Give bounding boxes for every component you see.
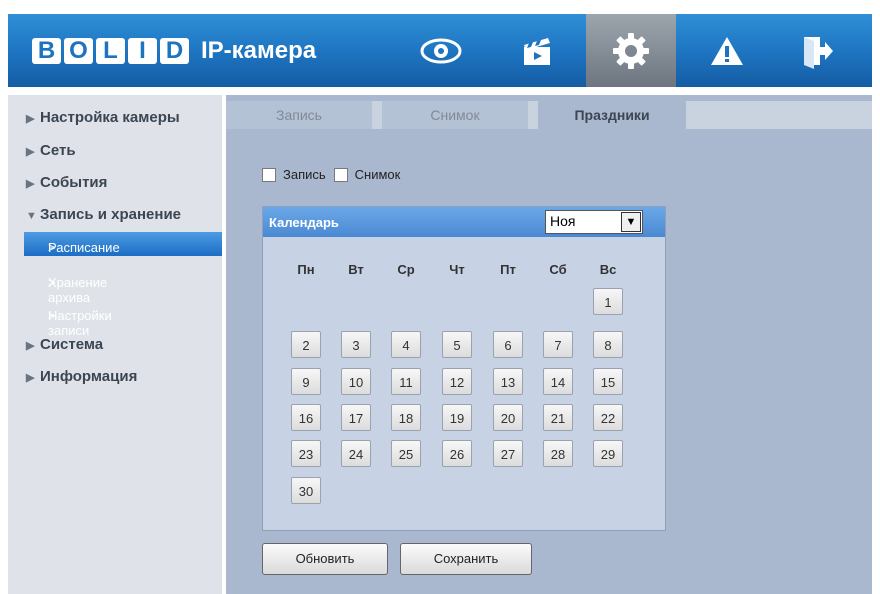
sidebar-item-events[interactable]: ▶ События [26, 174, 107, 191]
sidebar-item-network[interactable]: ▶ Сеть [26, 142, 76, 159]
bolid-logo: B O L I D IP-камера [32, 37, 316, 65]
tab-snapshot[interactable]: Снимок [382, 101, 528, 129]
weekday-label: Пн [297, 262, 315, 277]
refresh-button[interactable]: Обновить [262, 543, 388, 575]
sidebar-subitem-archive-storage[interactable]: > Хранение архива [24, 267, 222, 305]
calendar-day-button[interactable]: 22 [593, 404, 623, 431]
calendar-day-button[interactable]: 13 [493, 368, 523, 395]
sidebar-subitem-record-settings[interactable]: > Настройки записи [24, 300, 222, 338]
calendar-day-button[interactable]: 20 [493, 404, 523, 431]
calendar-day-button[interactable]: 16 [291, 404, 321, 431]
triangle-right-icon: ▶ [26, 113, 35, 125]
tab-holidays[interactable]: Праздники [538, 101, 686, 129]
top-header: B O L I D IP-камера [8, 14, 872, 87]
calendar-day-button[interactable]: 19 [442, 404, 472, 431]
nav-playback[interactable] [492, 14, 582, 87]
calendar-day-button[interactable]: 15 [593, 368, 623, 395]
calendar-day-button[interactable]: 27 [493, 440, 523, 467]
calendar-day-button[interactable]: 6 [493, 331, 523, 358]
main-panel: Запись Снимок Праздники Запись Снимок Ка… [226, 95, 872, 594]
triangle-right-icon: ▶ [26, 372, 35, 384]
clapperboard-icon [524, 37, 550, 65]
calendar: Календарь Ноя ▼ Пн Вт Ср Чт Пт Сб Вс 1 2 3 4 5 6 7 8 9 1… [262, 206, 666, 531]
calendar-day-button[interactable]: 18 [391, 404, 421, 431]
calendar-header: Календарь Ноя ▼ [263, 207, 665, 237]
calendar-day-button[interactable]: 30 [291, 477, 321, 504]
calendar-day-button[interactable]: 21 [543, 404, 573, 431]
weekday-label: Вс [599, 262, 617, 277]
weekday-label: Пт [500, 262, 516, 277]
save-button[interactable]: Сохранить [400, 543, 532, 575]
calendar-day-button[interactable]: 23 [291, 440, 321, 467]
snapshot-checkbox[interactable] [333, 167, 348, 182]
sidebar: ▶ Настройка камеры ▶ Сеть ▶ События ▼ Запись… [8, 95, 222, 594]
sidebar-item-information[interactable]: ▶ Информация [26, 368, 137, 385]
triangle-right-icon: ▶ [26, 146, 35, 158]
eye-icon [420, 38, 462, 63]
calendar-day-button[interactable]: 17 [341, 404, 371, 431]
calendar-day-button[interactable]: 14 [543, 368, 573, 395]
tab-record[interactable]: Запись [226, 101, 372, 129]
exit-icon [804, 36, 833, 69]
calendar-day-button[interactable]: 28 [543, 440, 573, 467]
weekday-label: Чт [449, 262, 465, 277]
calendar-day-button[interactable]: 1 [593, 288, 623, 315]
weekday-label: Сб [549, 262, 567, 277]
gear-icon [613, 32, 649, 69]
snapshot-checkbox-label: Снимок [354, 167, 401, 182]
calendar-day-button[interactable]: 26 [442, 440, 472, 467]
weekday-label: Вт [348, 262, 364, 277]
holiday-type-checkboxes: Запись Снимок [262, 167, 400, 182]
calendar-day-button[interactable]: 3 [341, 331, 371, 358]
calendar-day-button[interactable]: 25 [391, 440, 421, 467]
nav-settings[interactable] [586, 14, 676, 87]
calendar-day-button[interactable]: 24 [341, 440, 371, 467]
month-select-value: Ноя [550, 213, 576, 229]
calendar-day-button[interactable]: 2 [291, 331, 321, 358]
tab-bar: Запись Снимок Праздники [226, 101, 872, 129]
calendar-title: Календарь [269, 215, 339, 230]
calendar-day-button[interactable]: 11 [391, 368, 421, 395]
triangle-right-icon: ▶ [26, 340, 35, 352]
triangle-right-icon: ▶ [26, 178, 35, 190]
chevron-down-icon[interactable]: ▼ [621, 212, 641, 232]
calendar-day-button[interactable]: 29 [593, 440, 623, 467]
nav-alarm[interactable] [682, 14, 772, 87]
calendar-day-button[interactable]: 7 [543, 331, 573, 358]
sidebar-item-system[interactable]: ▶ Система [26, 336, 103, 353]
month-select[interactable]: Ноя ▼ [545, 210, 643, 234]
nav-logout[interactable] [772, 14, 862, 87]
sidebar-subitem-schedule[interactable]: > Расписание [24, 232, 222, 256]
calendar-day-button[interactable]: 8 [593, 331, 623, 358]
calendar-day-button[interactable]: 5 [442, 331, 472, 358]
triangle-down-icon: ▼ [26, 210, 37, 222]
sidebar-item-camera-settings[interactable]: ▶ Настройка камеры [26, 109, 180, 126]
calendar-day-button[interactable]: 10 [341, 368, 371, 395]
warning-icon [711, 36, 743, 65]
record-checkbox[interactable] [262, 167, 276, 182]
nav-live-view[interactable] [396, 14, 486, 87]
record-checkbox-label: Запись [283, 167, 326, 182]
app-title: IP-камера [201, 37, 317, 64]
calendar-day-button[interactable]: 9 [291, 368, 321, 395]
calendar-day-button[interactable]: 4 [391, 331, 421, 358]
sidebar-item-recording-storage[interactable]: ▼ Запись и хранение [26, 206, 181, 223]
logo-letters: B O L I D [32, 38, 189, 64]
weekday-label: Ср [397, 262, 415, 277]
calendar-day-button[interactable]: 12 [442, 368, 472, 395]
